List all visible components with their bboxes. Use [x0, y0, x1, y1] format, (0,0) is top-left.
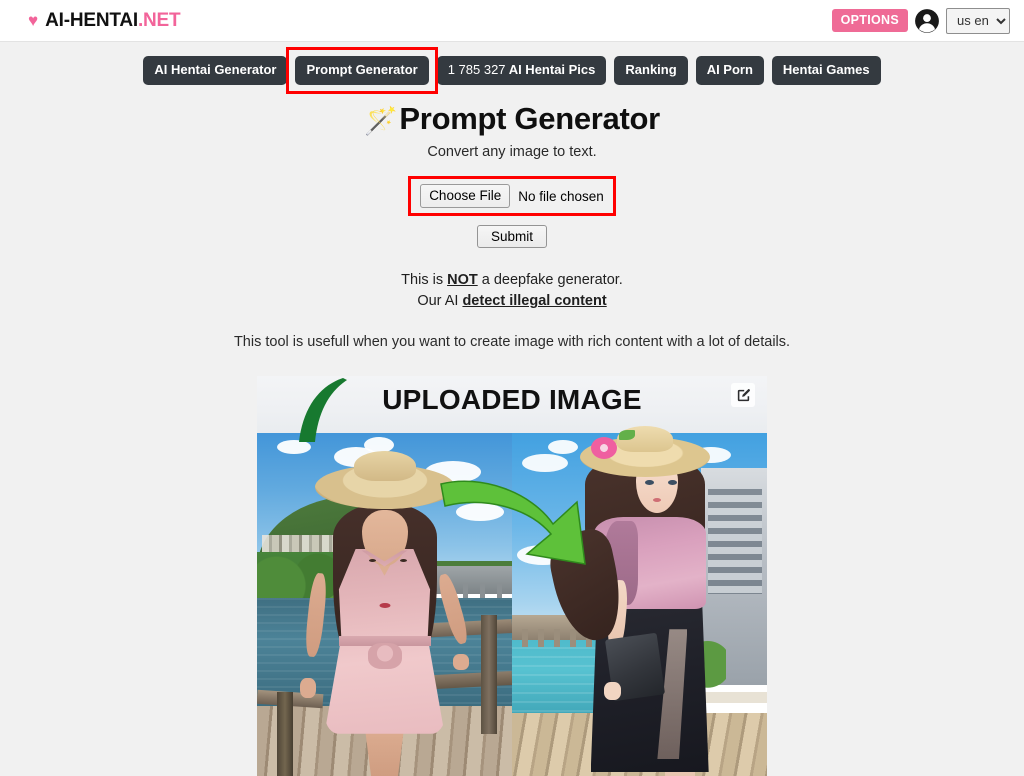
subject-lips	[379, 602, 390, 608]
subject-belt-bow	[367, 643, 402, 670]
submit-row: Submit	[0, 216, 1024, 249]
subject-hand-left	[300, 678, 317, 699]
nav-item-prompt-generator[interactable]: Prompt Generator	[295, 56, 429, 85]
illegal-content-link[interactable]: detect illegal content	[462, 293, 606, 309]
heart-icon: ♥	[28, 11, 39, 30]
site-logo[interactable]: ♥ AI-HENTAI.NET	[28, 9, 181, 32]
subject-hand-right	[452, 653, 469, 670]
upload-form: Choose File No file chosen Submit	[0, 175, 1024, 249]
generated-anime-image	[512, 426, 767, 776]
primary-nav: AI Hentai Generator Prompt Generator 1 7…	[0, 42, 1024, 94]
choose-file-button[interactable]: Choose File	[420, 183, 511, 209]
anime-subject-lips	[653, 497, 662, 502]
notice-1-strong: NOT	[447, 272, 478, 289]
notice-1-post: a deepfake generator.	[477, 272, 623, 289]
options-button[interactable]: OPTIONS	[831, 8, 908, 33]
submit-button[interactable]: Submit	[476, 225, 548, 249]
nav-item-hentai-games[interactable]: Hentai Games	[771, 56, 881, 85]
file-status-label: No file chosen	[518, 188, 604, 204]
notice-1-pre: This is	[401, 272, 448, 289]
language-select[interactable]: us en	[946, 7, 1010, 34]
cloud-shape	[547, 440, 578, 455]
nav-item-ai-hentai-pics[interactable]: 1 785 327 AI Hentai Pics	[436, 56, 607, 85]
anime-subject-hat-leaf	[619, 429, 636, 440]
brand-text: AI-HENTAI.NET	[45, 9, 181, 32]
anime-railing	[700, 692, 767, 703]
pencil-square-icon[interactable]	[731, 383, 755, 408]
tool-description: This tool is usefull when you want to cr…	[233, 334, 791, 351]
header-actions: OPTIONS us en	[831, 7, 1010, 34]
file-input-row[interactable]: Choose File No file chosen	[408, 175, 616, 217]
brand-tld: .NET	[137, 9, 181, 31]
pics-count: 1 785 327	[447, 62, 506, 77]
page-title: 🪄Prompt Generator	[0, 101, 1024, 137]
nav-item-ai-hentai-generator[interactable]: AI Hentai Generator	[143, 56, 288, 85]
anime-subject-hat-flower	[591, 436, 618, 459]
page-subtitle: Convert any image to text.	[427, 143, 597, 160]
example-banner-text: UPLOADED IMAGE	[382, 384, 642, 416]
subject-hat-crown	[353, 450, 416, 481]
nav-item-ai-porn[interactable]: AI Porn	[695, 56, 764, 85]
account-circle-icon[interactable]	[914, 8, 940, 34]
brand-name: AI-HENTAI	[45, 9, 138, 31]
notice-line-2: Our AI detect illegal content	[0, 291, 1024, 312]
site-header: ♥ AI-HENTAI.NET OPTIONS us en	[0, 0, 1024, 42]
example-image: UPLOADED IMAGE	[257, 376, 767, 776]
nav-item-ranking[interactable]: Ranking	[614, 56, 688, 85]
page-title-text: Prompt Generator	[399, 100, 660, 136]
notice-line-1: This is NOT a deepfake generator.	[0, 270, 1024, 291]
magic-wand-icon: 🪄	[364, 105, 398, 136]
notice-2-pre: Our AI	[417, 293, 463, 310]
photo-railing-post-left	[277, 692, 293, 776]
anime-building-windows	[708, 489, 762, 595]
original-photo	[257, 426, 512, 776]
photo-railing-post	[481, 615, 497, 735]
pics-label: AI Hentai Pics	[508, 62, 596, 77]
example-photo-pair	[257, 426, 767, 776]
anime-subject-hand	[603, 681, 621, 700]
deepfake-notice: This is NOT a deepfake generator. Our AI…	[0, 270, 1024, 312]
nav-item-prompt-generator-wrapper: Prompt Generator	[286, 47, 438, 94]
